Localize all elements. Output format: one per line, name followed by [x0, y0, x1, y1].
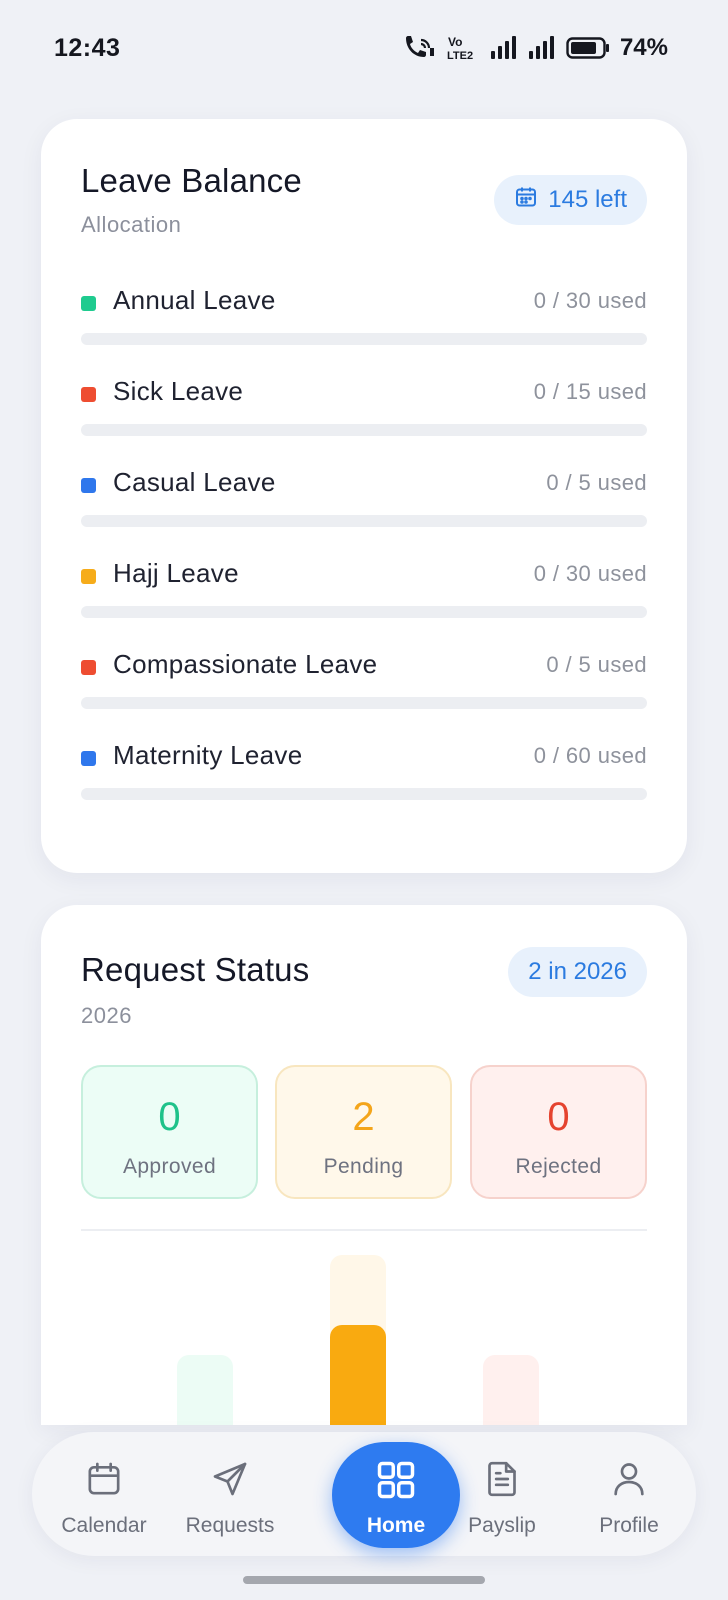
leave-progress-track: [81, 697, 647, 709]
send-icon: [166, 1459, 294, 1501]
document-icon: [438, 1459, 566, 1501]
leave-name: Casual Leave: [113, 467, 276, 497]
leave-used: 0 / 15 used: [533, 379, 647, 404]
request-status-title: Request Status: [81, 951, 310, 988]
stat-approved-value: 0: [158, 1095, 181, 1139]
leave-progress-track: [81, 788, 647, 800]
stat-pending-value: 2: [352, 1095, 375, 1139]
leave-used: 0 / 5 used: [546, 652, 647, 677]
leave-balance-title: Leave Balance: [81, 162, 302, 199]
nav-profile[interactable]: Profile: [565, 1432, 693, 1556]
battery-icon: [566, 36, 610, 60]
volte-text-lte: LTE2: [447, 50, 473, 62]
stat-approved[interactable]: 0 Approved: [81, 1065, 258, 1199]
nav-requests[interactable]: Requests: [166, 1432, 294, 1556]
bar-track-approved: [177, 1355, 233, 1425]
stat-approved-label: Approved: [122, 1155, 217, 1178]
calendar-icon: [40, 1459, 168, 1501]
request-status-chart: [81, 1231, 647, 1425]
leave-balance-subtitle: Allocation: [81, 212, 182, 237]
nav-payslip[interactable]: Payslip: [438, 1432, 566, 1556]
nav-payslip-label: Payslip: [468, 1514, 536, 1537]
signal-icon: [490, 35, 518, 61]
bottom-navigation: Calendar Requests Home Payslip Profile: [32, 1432, 696, 1556]
leave-color-dot: [81, 387, 96, 402]
volte-text-vo: Vo: [448, 35, 462, 49]
request-status-bar-chart: [177, 1255, 539, 1425]
bar-track-rejected: [483, 1355, 539, 1425]
stat-rejected-label: Rejected: [515, 1155, 602, 1178]
nav-requests-label: Requests: [185, 1514, 275, 1537]
leave-row[interactable]: Annual Leave 0 / 30 used: [81, 281, 647, 351]
request-count-text: 2 in 2026: [528, 958, 627, 985]
battery-percentage: 74%: [619, 34, 668, 61]
leave-progress-track: [81, 424, 647, 436]
stat-pending-label: Pending: [323, 1155, 404, 1178]
stat-pending[interactable]: 2 Pending: [275, 1065, 452, 1199]
request-status-subtitle: 2026: [81, 1003, 132, 1028]
leave-name: Hajj Leave: [113, 558, 239, 588]
leave-color-dot: [81, 751, 96, 766]
leave-used: 0 / 30 used: [533, 561, 647, 586]
signal-icon-secondary: [528, 35, 556, 61]
stat-rejected[interactable]: 0 Rejected: [470, 1065, 647, 1199]
leave-name: Compassionate Leave: [113, 649, 378, 679]
leave-color-dot: [81, 569, 96, 584]
leave-row[interactable]: Sick Leave 0 / 15 used: [81, 372, 647, 442]
leave-progress-track: [81, 515, 647, 527]
status-time: 12:43: [54, 33, 121, 62]
nav-calendar[interactable]: Calendar: [40, 1432, 168, 1556]
leave-left-text: 145 left: [548, 186, 627, 213]
leave-progress-track: [81, 333, 647, 345]
leave-used: 0 / 60 used: [533, 743, 647, 768]
user-icon: [565, 1459, 693, 1501]
wifi-calling-icon: [402, 34, 436, 62]
request-status-card: Request Status 2026 2 in 2026 0 Approved…: [41, 905, 687, 1425]
leave-row[interactable]: Maternity Leave 0 / 60 used: [81, 736, 647, 806]
leave-color-dot: [81, 296, 96, 311]
home-indicator[interactable]: [243, 1576, 485, 1584]
status-bar: 12:43 Vo LTE2 74%: [0, 0, 728, 96]
calendar-icon: [514, 185, 538, 216]
request-count-badge: 2 in 2026: [508, 947, 647, 997]
nav-profile-label: Profile: [599, 1514, 659, 1537]
leave-row[interactable]: Compassionate Leave 0 / 5 used: [81, 645, 647, 715]
leave-color-dot: [81, 478, 96, 493]
leave-left-badge: 145 left: [494, 175, 647, 225]
leave-progress-track: [81, 606, 647, 618]
volte-icon: Vo LTE2: [446, 34, 480, 62]
stat-rejected-value: 0: [547, 1095, 570, 1139]
leave-row[interactable]: Casual Leave 0 / 5 used: [81, 463, 647, 533]
leave-name: Maternity Leave: [113, 740, 303, 770]
leave-color-dot: [81, 660, 96, 675]
leave-balance-card: Leave Balance Allocation 145 left Annual…: [41, 119, 687, 873]
nav-calendar-label: Calendar: [61, 1514, 147, 1537]
leave-used: 0 / 5 used: [546, 470, 647, 495]
leave-row[interactable]: Hajj Leave 0 / 30 used: [81, 554, 647, 624]
leave-used: 0 / 30 used: [533, 288, 647, 313]
status-icons: Vo LTE2 74%: [402, 34, 668, 62]
leave-name: Sick Leave: [113, 376, 244, 406]
leave-name: Annual Leave: [113, 285, 276, 315]
bar-pending[interactable]: [330, 1325, 386, 1425]
